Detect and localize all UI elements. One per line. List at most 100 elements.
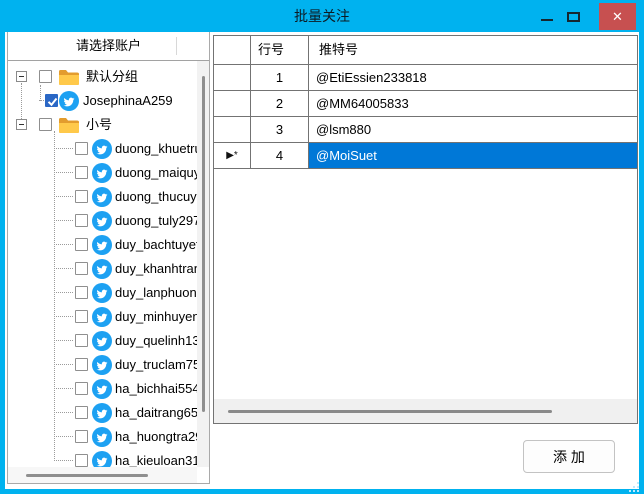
account-label: duy_quelinh133 <box>115 329 207 353</box>
account-panel-header: 请选择账户 <box>8 32 209 61</box>
row-handle-cell[interactable]: @MoiSuet <box>309 143 637 168</box>
tree-account-item[interactable]: duong_maiquy <box>8 161 209 185</box>
account-label: duong_maiquy <box>115 161 200 185</box>
close-button[interactable]: ✕ <box>599 3 636 30</box>
row-handle-cell[interactable]: @MM64005833 <box>309 91 637 116</box>
grid-header-handle: 推特号 <box>309 36 637 64</box>
account-label: duong_khuetru <box>115 137 202 161</box>
tree-account-item[interactable]: duy_minhuyen5 <box>8 305 209 329</box>
account-checkbox[interactable] <box>75 310 88 323</box>
tree-account-item[interactable]: ha_daitrang658 <box>8 401 209 425</box>
grid-horizontal-scrollbar-thumb[interactable] <box>228 410 552 413</box>
tree-account-item[interactable]: ha_bichhai5543 <box>8 377 209 401</box>
group-checkbox[interactable] <box>39 70 52 83</box>
tree-group-item[interactable]: 小号 <box>8 113 209 137</box>
account-panel-header-label: 请选择账户 <box>8 32 209 60</box>
tree-account-item[interactable]: duong_thucuye <box>8 185 209 209</box>
table-row[interactable]: 3@lsm880 <box>214 117 637 143</box>
header-separator <box>176 37 177 55</box>
account-checkbox[interactable] <box>75 382 88 395</box>
tree-connector-stub <box>54 364 73 365</box>
account-label: duong_thucuye <box>115 185 204 209</box>
account-checkbox[interactable] <box>75 166 88 179</box>
row-indicator <box>214 117 251 142</box>
maximize-button[interactable] <box>562 6 586 26</box>
account-checkbox[interactable] <box>45 94 58 107</box>
account-label: duy_minhuyen5 <box>115 305 207 329</box>
minimize-icon <box>541 19 553 21</box>
account-label: duy_khanhtran <box>115 257 201 281</box>
tree-account-item[interactable]: JosephinaA259 <box>8 89 209 113</box>
row-line-no: 2 <box>251 91 309 116</box>
account-checkbox[interactable] <box>75 406 88 419</box>
row-line-no: 4 <box>251 143 309 168</box>
tree-connector-stub <box>54 244 73 245</box>
account-checkbox[interactable] <box>75 286 88 299</box>
row-handle-cell[interactable]: @lsm880 <box>309 117 637 142</box>
twitter-handle-grid: 行号 推特号 1@EtiEssien2338182@MM640058333@ls… <box>213 35 638 424</box>
tree-vertical-scrollbar-thumb[interactable] <box>202 76 205 412</box>
tree-account-item[interactable]: duy_truclam759 <box>8 353 209 377</box>
tree-connector-stub <box>54 220 73 221</box>
tree-horizontal-scrollbar[interactable] <box>8 467 197 483</box>
tree-account-item[interactable]: ha_huongtra29 <box>8 425 209 449</box>
row-handle-cell[interactable]: @EtiEssien233818 <box>309 65 637 90</box>
account-label: duy_truclam759 <box>115 353 208 377</box>
table-row[interactable]: ▶*4@MoiSuet <box>214 143 637 169</box>
collapse-box-icon[interactable] <box>16 119 27 130</box>
tree-account-item[interactable]: duy_bachtuyet8 <box>8 233 209 257</box>
tree-connector-stub <box>54 316 73 317</box>
row-indicator: ▶* <box>214 143 251 168</box>
tree-account-item[interactable]: duy_khanhtran <box>8 257 209 281</box>
tree-connector-stub <box>54 268 73 269</box>
tree-account-item[interactable]: duy_lanphuong <box>8 281 209 305</box>
row-indicator <box>214 91 251 116</box>
tree-group-item[interactable]: 默认分组 <box>8 65 209 89</box>
table-row[interactable]: 1@EtiEssien233818 <box>214 65 637 91</box>
account-label: JosephinaA259 <box>83 89 173 113</box>
maximize-icon <box>567 12 580 22</box>
row-indicator <box>214 65 251 90</box>
tree-connector-stub <box>54 172 73 173</box>
account-checkbox[interactable] <box>75 262 88 275</box>
tree-connector-stub <box>54 460 73 461</box>
row-line-no: 3 <box>251 117 309 142</box>
table-row[interactable]: 2@MM64005833 <box>214 91 637 117</box>
tree-vertical-scrollbar[interactable] <box>197 61 209 467</box>
tree-account-item[interactable]: duong_khuetru <box>8 137 209 161</box>
titlebar[interactable]: 批量关注 ✕ <box>0 0 644 32</box>
account-label: ha_bichhai5543 <box>115 377 207 401</box>
grid-header-row: 行号 推特号 <box>214 36 637 65</box>
grid-horizontal-scrollbar[interactable] <box>214 399 637 423</box>
account-checkbox[interactable] <box>75 454 88 467</box>
minimize-button[interactable] <box>536 6 558 26</box>
account-label: duy_bachtuyet8 <box>115 233 207 257</box>
tree-connector-stub <box>54 148 73 149</box>
tree-connector-stub <box>54 196 73 197</box>
tree-connector-stub <box>54 292 73 293</box>
account-label: ha_daitrang658 <box>115 401 205 425</box>
add-button[interactable]: 添 加 <box>523 440 615 473</box>
tree-account-item[interactable]: duong_tuly297 <box>8 209 209 233</box>
account-checkbox[interactable] <box>75 430 88 443</box>
account-checkbox[interactable] <box>75 334 88 347</box>
tree-connector-stub <box>54 412 73 413</box>
tree-account-item[interactable]: duy_quelinh133 <box>8 329 209 353</box>
account-panel: 请选择账户 默认分组JosephinaA259小号duong_khuetrudu… <box>7 32 210 484</box>
account-checkbox[interactable] <box>75 142 88 155</box>
account-label: duy_lanphuong <box>115 281 204 305</box>
group-label: 默认分组 <box>86 65 138 89</box>
folder-icon <box>58 117 80 139</box>
account-tree: 默认分组JosephinaA259小号duong_khuetruduong_ma… <box>8 61 209 483</box>
tree-horizontal-scrollbar-thumb[interactable] <box>26 474 148 477</box>
account-checkbox[interactable] <box>75 358 88 371</box>
grid-header-indicator <box>214 36 251 64</box>
tree-connector-stub <box>54 388 73 389</box>
account-checkbox[interactable] <box>75 190 88 203</box>
account-label: duong_tuly297 <box>115 209 200 233</box>
account-checkbox[interactable] <box>75 214 88 227</box>
collapse-box-icon[interactable] <box>16 71 27 82</box>
account-checkbox[interactable] <box>75 238 88 251</box>
group-checkbox[interactable] <box>39 118 52 131</box>
resize-grip-icon[interactable] <box>629 482 641 492</box>
